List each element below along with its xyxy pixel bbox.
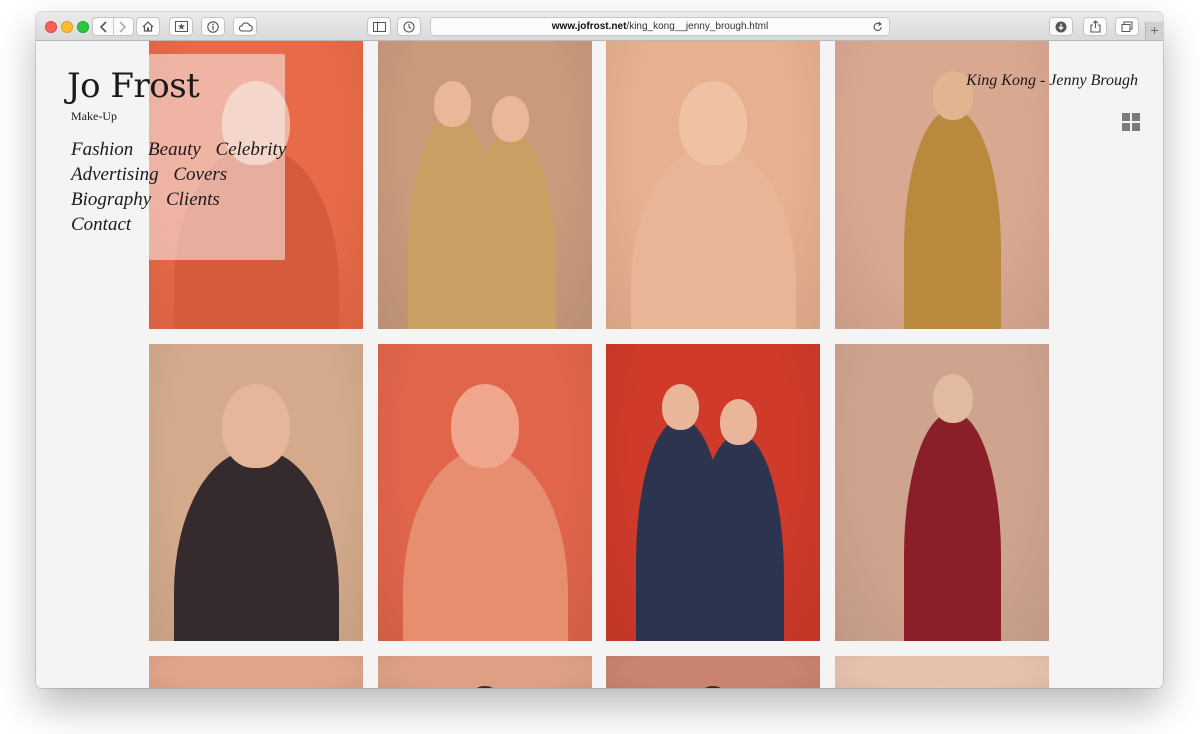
clock-icon <box>403 20 415 33</box>
gallery-photo[interactable] <box>606 656 820 688</box>
info-icon <box>207 20 219 33</box>
figure-head <box>678 81 748 165</box>
cloud-icon <box>238 21 253 32</box>
nav-celebrity[interactable]: Celebrity <box>216 139 287 160</box>
nav-fashion[interactable]: Fashion <box>71 139 133 160</box>
nav-advertising[interactable]: Advertising <box>71 164 159 185</box>
gallery-caption: King Kong - Jenny Brough <box>966 72 1138 89</box>
grid-view-icon[interactable] <box>1122 113 1141 132</box>
maximize-window-button[interactable] <box>77 21 89 33</box>
gallery-photo[interactable] <box>606 41 820 329</box>
figure-head <box>434 81 472 127</box>
gallery-photo[interactable] <box>149 344 363 641</box>
new-tab-button[interactable]: + <box>1145 22 1163 40</box>
figure-body <box>173 450 339 641</box>
figure-head <box>492 96 530 142</box>
figure-body <box>630 147 796 329</box>
share-icon <box>1089 20 1101 33</box>
browser-toolbar: www.jofrost.net/king_kong__jenny_brough.… <box>36 12 1163 41</box>
downloads-button[interactable] <box>1049 17 1073 36</box>
home-icon <box>142 21 154 32</box>
nav-biography[interactable]: Biography <box>71 189 151 210</box>
minimize-window-button[interactable] <box>61 21 73 33</box>
share-button[interactable] <box>1083 17 1107 36</box>
grid-cell <box>1122 123 1130 131</box>
nav-covers[interactable]: Covers <box>173 164 227 185</box>
back-icon[interactable] <box>99 21 109 33</box>
grid-cell <box>1132 113 1140 121</box>
gallery-photo[interactable] <box>378 344 592 641</box>
gallery-photo[interactable] <box>835 344 1049 641</box>
figure-body <box>903 110 1002 329</box>
reload-icon[interactable] <box>873 21 883 38</box>
history-button[interactable] <box>397 17 421 36</box>
gallery-photo[interactable] <box>835 656 1049 688</box>
history-nav <box>92 17 134 36</box>
nav-beauty[interactable]: Beauty <box>148 139 201 160</box>
address-bar[interactable]: www.jofrost.net/king_kong__jenny_brough.… <box>430 17 890 36</box>
browser-window: www.jofrost.net/king_kong__jenny_brough.… <box>36 12 1163 688</box>
site-title[interactable]: Jo Frost <box>67 66 200 106</box>
tabs-overview-button[interactable] <box>1115 17 1139 36</box>
tabs-icon <box>1121 21 1133 33</box>
sidebar-icon <box>372 21 386 32</box>
nav-clients[interactable]: Clients <box>166 189 220 210</box>
gallery-photo[interactable] <box>606 344 820 641</box>
download-icon <box>1055 21 1067 33</box>
site-tagline: Make-Up <box>71 109 117 123</box>
figure-head <box>466 686 504 688</box>
home-button[interactable] <box>136 17 160 36</box>
figure-head <box>450 384 520 468</box>
icloud-button[interactable] <box>233 17 257 36</box>
info-button[interactable] <box>201 17 225 36</box>
url-domain: www.jofrost.net <box>551 21 627 32</box>
figure-head <box>694 686 732 688</box>
bookmarks-button[interactable] <box>169 17 193 36</box>
gallery-photo[interactable] <box>378 656 592 688</box>
url-path: /king_kong__jenny_brough.html <box>626 21 769 32</box>
figure-body <box>903 413 1002 641</box>
figure-head <box>221 384 291 468</box>
nav-contact[interactable]: Contact <box>71 214 131 235</box>
figure-head <box>662 384 700 430</box>
grid-cell <box>1122 113 1130 121</box>
main-nav: Fashion Beauty Celebrity Advertising Cov… <box>71 137 301 237</box>
close-window-button[interactable] <box>45 21 57 33</box>
gallery-photo[interactable] <box>378 41 592 329</box>
figure-head <box>932 374 973 424</box>
divider <box>113 18 114 35</box>
figure-body <box>402 450 568 641</box>
grid-cell <box>1132 123 1140 131</box>
sidebar-button[interactable] <box>367 17 391 36</box>
page-content: Jo Frost Make-Up Fashion Beauty Celebrit… <box>36 41 1163 688</box>
figure-head <box>237 686 275 688</box>
figure-head <box>923 686 961 688</box>
bookmark-star-icon <box>174 21 188 32</box>
forward-icon[interactable] <box>117 21 127 33</box>
gallery-photo[interactable] <box>149 656 363 688</box>
figure-head <box>720 399 758 445</box>
